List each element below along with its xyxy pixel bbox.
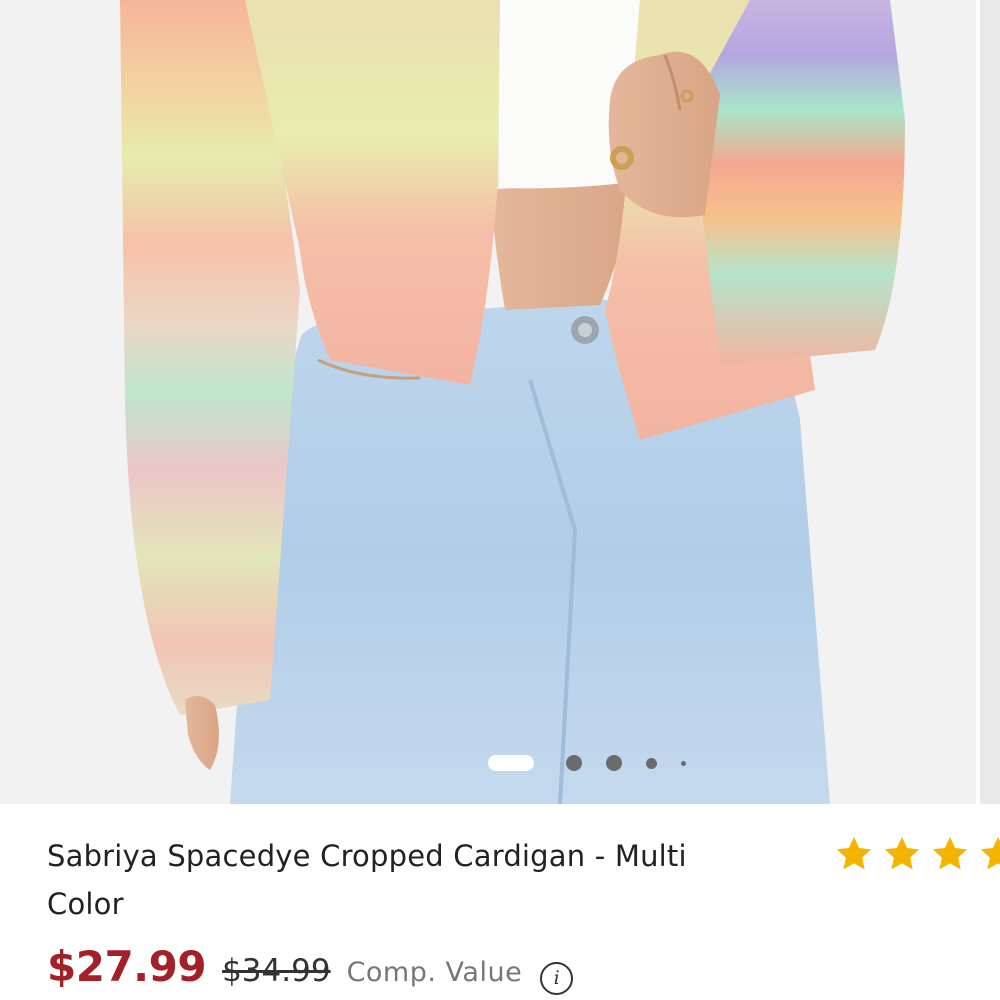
carousel-dot[interactable] bbox=[566, 755, 582, 771]
carousel-dot[interactable] bbox=[681, 760, 686, 766]
product-image-gallery[interactable] bbox=[0, 0, 1000, 804]
star-icon bbox=[884, 837, 920, 870]
product-title: Sabriya Spacedye Cropped Cardigan - Mult… bbox=[47, 839, 687, 921]
next-image-peek[interactable] bbox=[980, 0, 1000, 804]
info-icon[interactable]: i bbox=[540, 961, 574, 995]
product-image[interactable] bbox=[0, 0, 976, 804]
star-icon bbox=[836, 837, 872, 870]
carousel-pagination bbox=[488, 752, 686, 774]
comp-value-label: Comp. Value bbox=[346, 957, 523, 988]
product-info: Sabriya Spacedye Cropped Cardigan - Mult… bbox=[0, 804, 1000, 1000]
price-row: $27.99 $34.99 Comp. Value i bbox=[47, 942, 574, 998]
star-icon bbox=[932, 837, 968, 870]
rating-stars[interactable] bbox=[834, 834, 1000, 874]
carousel-dot[interactable] bbox=[646, 757, 657, 769]
carousel-dot-active[interactable] bbox=[488, 755, 534, 771]
original-price: $34.99 bbox=[222, 953, 331, 989]
star-icon bbox=[980, 837, 1000, 870]
carousel-dot[interactable] bbox=[606, 755, 622, 771]
sale-price: $27.99 bbox=[47, 942, 207, 991]
